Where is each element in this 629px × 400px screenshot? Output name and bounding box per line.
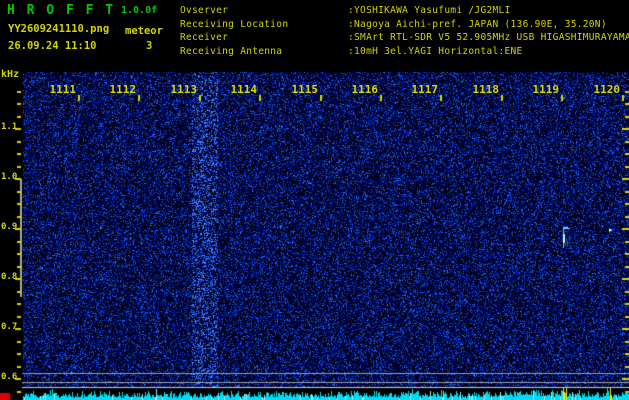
station-row-label: Receiving Antenna xyxy=(180,45,283,57)
freq-tick-label: 0.6 xyxy=(1,372,18,382)
output-filename: YY2609241110.png xyxy=(8,23,110,35)
freq-tick-label: 0.9 xyxy=(1,222,18,232)
spectrogram-canvas xyxy=(0,0,629,400)
hrofft-window: H R O F F T 1.0.0f YY2609241110.png mete… xyxy=(0,0,629,400)
station-row: Receiving Antenna 10mH 3el.YAGI Horizonta… xyxy=(180,45,629,59)
station-row-label: Ovserver xyxy=(180,5,229,16)
station-row-value: Nagoya Aichi-pref. JAPAN (136.90E, 35.20… xyxy=(348,19,607,30)
mode-label: meteor xyxy=(125,25,163,37)
time-tick-label: 1120 xyxy=(593,83,621,96)
time-tick-label: 1114 xyxy=(230,83,258,96)
time-tick-label: 1115 xyxy=(291,83,319,96)
station-row-value: 10mH 3el.YAGI Horizontal:ENE xyxy=(348,46,523,57)
time-tick-label: 1116 xyxy=(351,83,379,96)
freq-axis-unit: kHz xyxy=(1,69,20,80)
freq-tick-label: 0.8 xyxy=(1,272,18,282)
freq-tick-label: 1.1 xyxy=(1,122,18,132)
time-tick-label: 1118 xyxy=(472,83,500,96)
time-tick-label: 1117 xyxy=(411,83,439,96)
capture-datetime: 26.09.24 11:10 xyxy=(8,40,97,52)
freq-tick-label: 0.7 xyxy=(1,322,18,332)
station-row-value: SMArt RTL-SDR V5 52.905MHz USB HIGASHIMU… xyxy=(348,32,629,43)
app-title: H R O F F T xyxy=(7,3,116,18)
freq-tick-label: 1.0 xyxy=(1,172,18,182)
station-row-label: Receiving Location xyxy=(180,18,289,30)
time-tick-label: 1112 xyxy=(109,83,137,96)
station-row-value: YOSHIKAWA Yasufumi /JG2MLI xyxy=(348,5,511,16)
station-info-block: Ovserver YOSHIKAWA Yasufumi /JG2MLI Receiv… xyxy=(180,4,629,58)
time-tick-label: 1113 xyxy=(170,83,198,96)
time-tick-label: 1119 xyxy=(532,83,560,96)
app-version: 1.0.0f xyxy=(121,5,158,16)
station-row: Receiving Location Nagoya Aichi-pref. JAP… xyxy=(180,18,629,32)
time-tick-label: 1111 xyxy=(49,83,77,96)
meteor-echo-count: 3 xyxy=(146,40,153,52)
station-row-label: Receiver xyxy=(180,32,229,43)
station-row: Ovserver YOSHIKAWA Yasufumi /JG2MLI xyxy=(180,4,629,18)
station-row: Receiver SMArt RTL-SDR V5 52.905MHz USB H… xyxy=(180,31,629,45)
